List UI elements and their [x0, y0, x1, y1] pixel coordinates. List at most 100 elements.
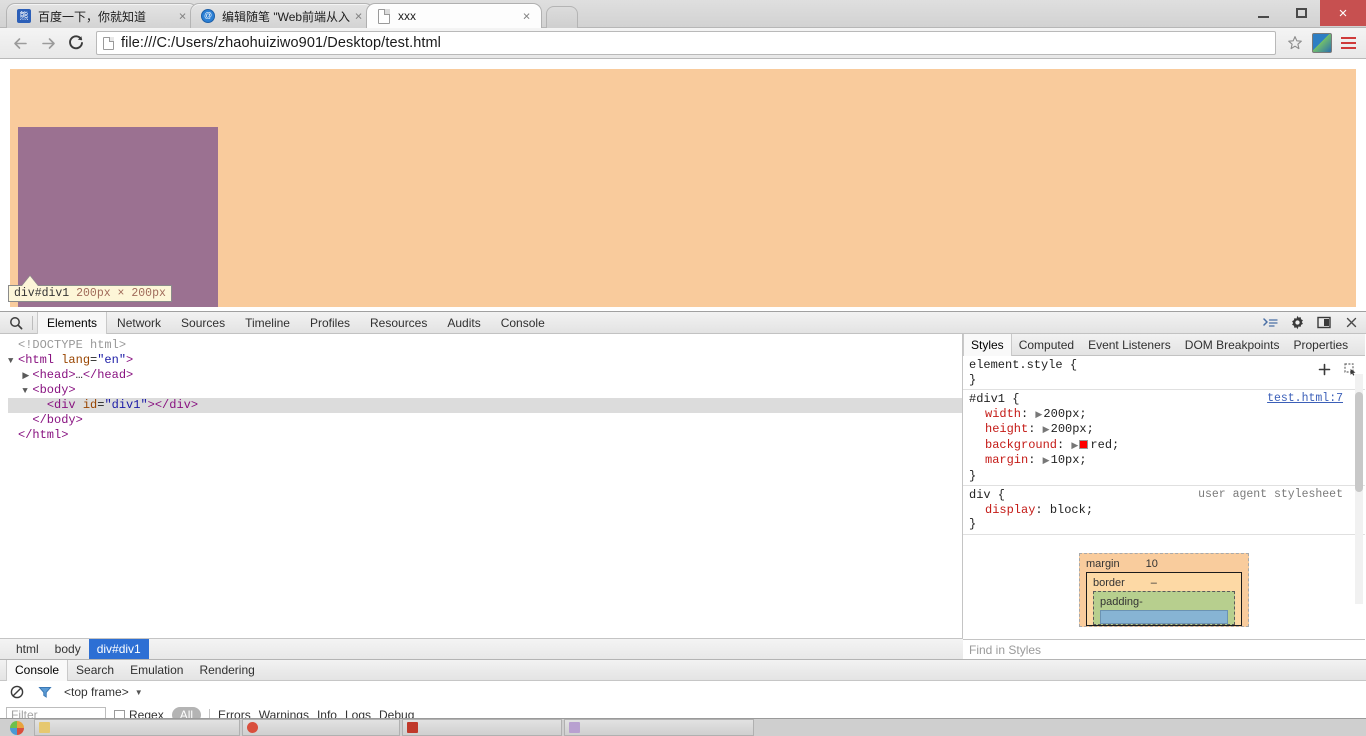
- style-property-value[interactable]: 10px;: [1051, 453, 1087, 467]
- highlight-content-overlay: [18, 127, 218, 307]
- tab-close-icon[interactable]: ×: [352, 10, 365, 23]
- title-bar: 熊 百度一下，你就知道 × @ 编辑随笔 "Web前端从入 × xxx × ×: [0, 0, 1366, 28]
- inspect-tooltip-width: 200px: [76, 287, 111, 300]
- tab-styles[interactable]: Styles: [963, 334, 1012, 356]
- tab-close-icon[interactable]: ×: [520, 10, 533, 23]
- styles-scrollbar[interactable]: [1355, 374, 1363, 604]
- find-in-styles-input[interactable]: Find in Styles: [963, 639, 1365, 660]
- dom-node-line[interactable]: <!DOCTYPE html>: [8, 338, 962, 353]
- drawer-tab-search[interactable]: Search: [68, 660, 122, 681]
- inspect-tooltip-arrow: [22, 276, 38, 286]
- cnblogs-icon: @: [200, 8, 216, 24]
- drawer-tab-rendering[interactable]: Rendering: [191, 660, 262, 681]
- page-security-icon: [103, 36, 114, 50]
- style-property-value[interactable]: red;: [1090, 438, 1119, 452]
- style-declaration[interactable]: display: block;: [969, 503, 1365, 518]
- dom-node-line[interactable]: </html>: [8, 428, 962, 443]
- drawer-tab-console[interactable]: Console: [6, 659, 69, 681]
- box-model-diagram[interactable]: margin 10 border – padding-: [1079, 552, 1249, 627]
- tab-event-listeners[interactable]: Event Listeners: [1081, 334, 1178, 356]
- breadcrumb-item-html[interactable]: html: [8, 639, 47, 660]
- style-rule[interactable]: #div1 {test.html:7 width: ▶200px; height: …: [963, 390, 1365, 486]
- box-model-padding: padding-: [1093, 590, 1235, 625]
- style-declaration[interactable]: margin: ▶10px;: [969, 453, 1365, 469]
- filter-funnel-icon[interactable]: [36, 683, 54, 701]
- tab-dom-breakpoints[interactable]: DOM Breakpoints: [1178, 334, 1287, 356]
- box-model-margin-value[interactable]: 10: [1146, 558, 1158, 570]
- style-property-name: display: [985, 502, 1036, 517]
- address-bar-url: file:///C:/Users/zhaohuiziwo901/Desktop/…: [121, 35, 442, 51]
- taskbar-item[interactable]: [34, 719, 240, 736]
- clear-console-icon[interactable]: [8, 683, 26, 701]
- style-declaration[interactable]: width: ▶200px;: [969, 407, 1365, 423]
- expand-arrow-icon[interactable]: ▶: [1071, 439, 1079, 454]
- tab-properties[interactable]: Properties: [1286, 334, 1355, 356]
- expand-arrow-icon[interactable]: ▶: [1043, 454, 1051, 469]
- styles-scrollbar-thumb[interactable]: [1355, 392, 1363, 492]
- browser-tab-xxx[interactable]: xxx ×: [366, 3, 542, 28]
- star-icon[interactable]: [1282, 30, 1308, 56]
- style-property-value[interactable]: 200px;: [1051, 422, 1094, 436]
- tab-network[interactable]: Network: [107, 312, 171, 334]
- address-bar[interactable]: file:///C:/Users/zhaohuiziwo901/Desktop/…: [96, 31, 1276, 55]
- disclosure-triangle-icon[interactable]: ▼: [8, 354, 18, 369]
- new-tab-button[interactable]: [546, 6, 578, 28]
- hamburger-menu-icon[interactable]: [1336, 30, 1360, 56]
- dom-node-line[interactable]: </body>: [8, 413, 962, 428]
- dock-side-icon[interactable]: [1315, 314, 1333, 332]
- style-declaration[interactable]: height: ▶200px;: [969, 422, 1365, 438]
- taskbar-item[interactable]: [402, 719, 562, 736]
- dom-tree[interactable]: <!DOCTYPE html> ▼ <html lang="en"> ▶ <head>…: [0, 334, 962, 443]
- box-model-margin-label: margin: [1086, 557, 1120, 570]
- style-property-name: height: [985, 422, 1029, 436]
- tab-elements[interactable]: Elements: [37, 311, 108, 334]
- close-devtools-icon[interactable]: [1342, 314, 1360, 332]
- style-rule[interactable]: element.style {}: [963, 356, 1365, 390]
- close-window-button[interactable]: ×: [1320, 0, 1366, 26]
- style-declaration[interactable]: background: ▶ red;: [969, 438, 1365, 454]
- style-rule-origin: user agent stylesheet: [1198, 488, 1343, 501]
- tab-audits[interactable]: Audits: [437, 312, 490, 334]
- dom-node-line[interactable]: <div id="div1"></div>: [8, 398, 962, 413]
- search-icon[interactable]: [4, 312, 28, 334]
- back-button[interactable]: [6, 30, 34, 56]
- disclosure-triangle-icon[interactable]: ▼: [22, 384, 32, 399]
- style-rule[interactable]: div {user agent stylesheet display: block…: [963, 486, 1365, 535]
- navigation-bar: file:///C:/Users/zhaohuiziwo901/Desktop/…: [0, 28, 1366, 59]
- tab-profiles[interactable]: Profiles: [300, 312, 360, 334]
- browser-tab-cnblogs[interactable]: @ 编辑随笔 "Web前端从入 ×: [190, 3, 374, 28]
- extension-icon[interactable]: [1312, 33, 1332, 53]
- styles-rules[interactable]: element.style {} #div1 {test.html:7 width:…: [963, 356, 1365, 535]
- expand-arrow-icon[interactable]: ▶: [1043, 423, 1051, 438]
- breadcrumb-item-body[interactable]: body: [47, 639, 89, 660]
- box-model-border-value[interactable]: –: [1151, 577, 1157, 589]
- tab-title: xxx: [398, 9, 416, 23]
- frame-selector[interactable]: <top frame> ▼: [64, 685, 143, 699]
- browser-tab-baidu[interactable]: 熊 百度一下，你就知道 ×: [6, 3, 198, 28]
- maximize-button[interactable]: [1282, 0, 1320, 26]
- style-property-value[interactable]: block;: [1050, 503, 1093, 517]
- disclosure-triangle-icon[interactable]: ▶: [22, 369, 32, 384]
- taskbar-item[interactable]: [242, 719, 400, 736]
- tab-close-icon[interactable]: ×: [176, 10, 189, 23]
- settings-gear-icon[interactable]: [1288, 314, 1306, 332]
- start-button[interactable]: [0, 719, 34, 736]
- dom-node-line[interactable]: ▼ <html lang="en">: [8, 353, 962, 368]
- style-rule-source-link[interactable]: test.html:7: [1267, 392, 1343, 407]
- reload-button[interactable]: [62, 30, 90, 56]
- minimize-button[interactable]: [1244, 0, 1282, 26]
- dom-node-line[interactable]: ▶ <head>…</head>: [8, 368, 962, 383]
- tab-console[interactable]: Console: [491, 312, 555, 334]
- tab-resources[interactable]: Resources: [360, 312, 437, 334]
- console-drawer-icon[interactable]: [1261, 314, 1279, 332]
- tab-timeline[interactable]: Timeline: [235, 312, 300, 334]
- tab-computed[interactable]: Computed: [1012, 334, 1081, 356]
- style-property-value[interactable]: 200px;: [1043, 407, 1086, 421]
- taskbar-item[interactable]: [564, 719, 754, 736]
- color-swatch[interactable]: [1079, 439, 1089, 449]
- tab-sources[interactable]: Sources: [171, 312, 235, 334]
- dom-node-line[interactable]: ▼ <body>: [8, 383, 962, 398]
- breadcrumb-item-div1[interactable]: div#div1: [88, 638, 149, 660]
- drawer-tab-emulation[interactable]: Emulation: [122, 660, 191, 681]
- forward-button[interactable]: [34, 30, 62, 56]
